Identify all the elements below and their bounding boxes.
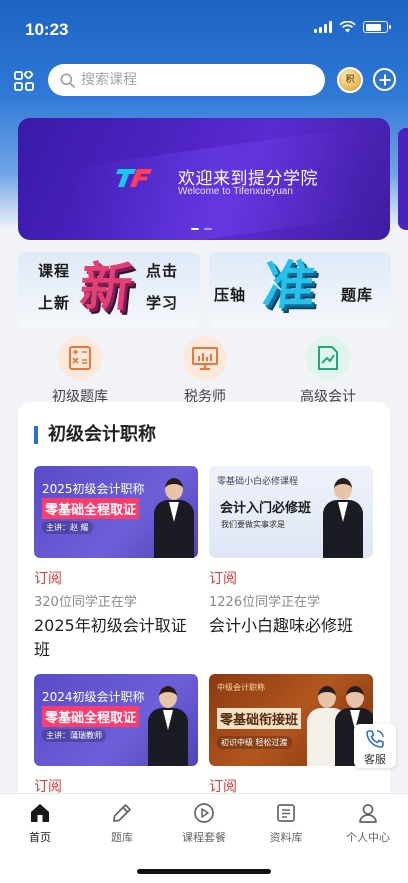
subscribe-tag[interactable]: 订阅 xyxy=(209,568,373,588)
promo-big-character: 新 xyxy=(76,258,136,318)
battery-icon xyxy=(363,21,391,33)
phone-chat-icon xyxy=(366,730,384,748)
tab-materials[interactable]: 资料库 xyxy=(246,802,326,845)
thumbnail-text: 2024初级会计职称 xyxy=(42,690,145,704)
tab-label: 资料库 xyxy=(269,831,303,844)
promo-big-character: 准 xyxy=(259,256,319,316)
tab-home[interactable]: 首页 xyxy=(0,802,80,845)
thumbnail-text: 零基础衔接班 xyxy=(217,708,302,729)
tab-label: 个人中心 xyxy=(346,831,390,844)
status-bar: 10:23 xyxy=(0,0,408,56)
pencil-icon xyxy=(113,804,131,822)
points-coin-icon[interactable]: 积 xyxy=(337,67,363,93)
calculator-icon xyxy=(58,336,102,380)
thumbnail-text: 我们要做实事求是 xyxy=(221,520,285,529)
promo-text: 上新 xyxy=(38,294,71,312)
course-thumbnail[interactable]: 中级会计职称 零基础衔接班 初识中级 轻松过渡 xyxy=(209,674,373,766)
student-count: 1226位同学正在学 xyxy=(209,595,321,610)
tab-profile[interactable]: 个人中心 xyxy=(328,802,408,845)
wifi-icon xyxy=(339,21,356,33)
tab-question-bank[interactable]: 题库 xyxy=(82,802,162,845)
thumbnail-text: 中级会计职称 xyxy=(217,683,265,692)
quick-link-tax-advisor[interactable]: 税务师 xyxy=(155,336,255,406)
thumbnail-text: 零基础小白必修课程 xyxy=(217,477,299,487)
hero-banner[interactable]: 欢迎来到提分学院 Welcome to Tifenxueyuan xyxy=(18,118,390,240)
tifen-logo-icon xyxy=(116,169,152,187)
top-header: 积 xyxy=(0,60,408,100)
section-title: 初级会计职称 xyxy=(34,426,156,444)
tab-label: 首页 xyxy=(29,831,51,844)
banner-subtitle: Welcome to Tifenxueyuan xyxy=(178,186,293,197)
quick-link-junior-bank[interactable]: 初级题库 xyxy=(30,336,130,406)
next-banner-peek[interactable] xyxy=(398,128,408,230)
thumbnail-text: 零基础全程取证 xyxy=(42,498,140,519)
home-indicator xyxy=(137,869,271,874)
course-item[interactable]: 零基础小白必修课程 会计入门必修班 我们要做实事求是 订阅 1226位同学正在学… xyxy=(209,466,373,638)
promo-text: 学习 xyxy=(146,294,179,312)
thumbnail-text: 初识中级 轻松过渡 xyxy=(217,736,292,749)
course-item[interactable]: 2025初级会计职称 零基础全程取证 主讲：赵 耀 订阅 320位同学正在学 2… xyxy=(34,466,198,662)
tab-course-packages[interactable]: 课程套餐 xyxy=(164,802,244,845)
course-item[interactable]: 2024初级会计职称 零基础全程取证 主讲：蒲瑞教师 订阅 xyxy=(34,674,198,796)
course-section-card: 初级会计职称 2025初级会计职称 零基础全程取证 主讲：赵 耀 订阅 320位… xyxy=(18,402,390,802)
course-thumbnail[interactable]: 零基础小白必修课程 会计入门必修班 我们要做实事求是 xyxy=(209,466,373,558)
question-bank-promo[interactable]: 压轴 题库 准 xyxy=(209,252,391,328)
play-circle-icon xyxy=(194,803,214,823)
person-icon xyxy=(359,804,377,823)
course-thumbnail[interactable]: 2024初级会计职称 零基础全程取证 主讲：蒲瑞教师 xyxy=(34,674,198,766)
promo-text: 压轴 xyxy=(214,286,247,304)
promo-text: 点击 xyxy=(146,262,179,280)
course-thumbnail[interactable]: 2025初级会计职称 零基础全程取证 主讲：赵 耀 xyxy=(34,466,198,558)
promo-text: 题库 xyxy=(341,286,374,304)
customer-service-label: 客服 xyxy=(364,753,386,766)
category-grid-icon[interactable] xyxy=(14,71,34,91)
status-time: 10:23 xyxy=(25,20,69,39)
teacher-photo xyxy=(152,478,196,558)
promo-text: 课程 xyxy=(38,262,71,280)
new-course-promo[interactable]: 课程 点击 上新 学习 新 xyxy=(18,252,200,328)
course-name[interactable]: 会计小白趣味必修班 xyxy=(209,614,373,638)
home-icon xyxy=(31,804,49,822)
carousel-indicator xyxy=(191,228,212,230)
student-count: 320位同学正在学 xyxy=(34,595,137,610)
add-button[interactable] xyxy=(373,68,396,91)
thumbnail-text: 主讲：赵 耀 xyxy=(42,521,93,534)
search-input[interactable] xyxy=(81,72,301,88)
cellular-signal-icon xyxy=(314,21,332,33)
document-chart-icon xyxy=(306,336,350,380)
tab-label: 题库 xyxy=(111,831,133,844)
status-icons xyxy=(314,21,391,33)
search-bar[interactable] xyxy=(48,64,325,96)
presentation-chart-icon xyxy=(183,336,227,380)
list-document-icon xyxy=(277,804,295,822)
tab-label: 课程套餐 xyxy=(182,831,226,844)
thumbnail-text: 2025初级会计职称 xyxy=(42,482,145,496)
search-icon xyxy=(60,73,75,88)
customer-service-button[interactable]: 客服 xyxy=(354,724,396,768)
course-name[interactable]: 2025年初级会计取证班 xyxy=(34,614,198,662)
teacher-photo xyxy=(321,478,365,558)
course-item[interactable]: 中级会计职称 零基础衔接班 初识中级 轻松过渡 订阅 xyxy=(209,674,373,796)
thumbnail-text: 零基础全程取证 xyxy=(42,706,140,727)
quick-link-senior-accounting[interactable]: 高级会计 xyxy=(278,336,378,406)
thumbnail-text: 会计入门必修班 xyxy=(220,501,312,516)
subscribe-tag[interactable]: 订阅 xyxy=(34,568,198,588)
teacher-photo xyxy=(146,686,190,766)
thumbnail-text: 主讲：蒲瑞教师 xyxy=(42,729,106,742)
